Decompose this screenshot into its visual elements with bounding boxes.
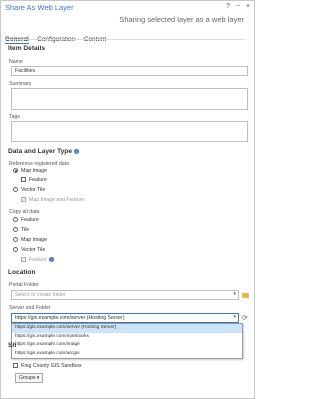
tab-strip: General Configuration Content	[5, 28, 110, 44]
radio-label: Tile	[21, 227, 30, 233]
tab-general[interactable]: General	[5, 36, 29, 44]
refresh-icon[interactable]: ⟳	[242, 314, 248, 322]
summary-label: Summary	[9, 81, 32, 87]
groups-label: Groups	[19, 375, 36, 381]
radio-icon	[13, 247, 18, 253]
radio-vector-tile[interactable]: Vector Tile	[13, 187, 45, 195]
dropdown-option[interactable]: https://gis.example.com/image	[12, 341, 242, 350]
checkbox-icon	[13, 363, 18, 369]
location-heading: Location	[8, 269, 36, 276]
info-icon[interactable]: i	[48, 257, 54, 263]
tab-divider	[5, 39, 245, 40]
dropdown-option[interactable]: https://gis.example.com/arcgis	[12, 350, 242, 359]
radio-label: Map Image	[21, 237, 47, 243]
radio-checked-icon	[13, 168, 18, 174]
chevron-down-icon: ▾	[36, 375, 40, 381]
window-title: Share As Web Layer	[5, 3, 74, 12]
radio-map-image[interactable]: Map Image	[13, 168, 47, 176]
item-details-heading: Item Details	[8, 45, 46, 52]
summary-field[interactable]	[11, 88, 248, 110]
checkbox-map-image-and-feature: ✓ Map Image and Feature	[21, 197, 84, 205]
radio-label: Map Image	[21, 168, 47, 174]
dialog-window: Share As Web Layer ? − × Sharing selecte…	[0, 0, 255, 399]
checkmark-icon: ✓	[21, 197, 26, 203]
close-button[interactable]: ×	[243, 2, 253, 12]
folder-icon[interactable]	[242, 293, 249, 298]
checkbox-copy-feature: ✓ Feature i	[21, 257, 54, 265]
server-dropdown-list: https://gis.example.com/server (Hosting …	[11, 323, 243, 359]
server-folder-combo[interactable]: https://gis.example.com/server (Hosting …	[11, 313, 239, 323]
server-folder-value: https://gis.example.com/server (Hosting …	[15, 315, 125, 321]
radio-label: Vector Tile	[21, 187, 46, 193]
checkbox-label: Map Image and Feature	[29, 197, 85, 203]
chevron-down-icon[interactable]: ▾	[233, 314, 236, 320]
radio-copy-map-image[interactable]: Map Image	[13, 237, 47, 245]
groups-dropdown[interactable]: Groups ▾	[15, 373, 44, 383]
checkbox-label: Feature	[29, 257, 47, 263]
checkbox-label: Feature	[29, 177, 47, 183]
radio-copy-tile[interactable]: Tile	[13, 227, 29, 235]
radio-icon	[13, 187, 18, 193]
data-layer-type-heading: Data and Layer Type i	[8, 148, 80, 155]
radio-icon	[13, 217, 18, 223]
help-button[interactable]: ?	[223, 2, 233, 12]
portal-folder-combo[interactable]: Select or create folder ▾	[11, 290, 239, 300]
sharing-heading: Sh	[8, 342, 17, 349]
info-icon[interactable]: i	[74, 148, 80, 154]
name-label: Name	[9, 59, 23, 65]
tags-label: Tags	[9, 114, 20, 120]
portal-folder-placeholder: Select or create folder	[15, 292, 66, 298]
dropdown-option[interactable]: https://gis.example.com/notebooks	[12, 333, 242, 342]
checkmark-icon: ✓	[21, 257, 26, 263]
radio-icon	[13, 237, 18, 243]
dropdown-option[interactable]: https://gis.example.com/server (Hosting …	[12, 324, 242, 333]
radio-label: Vector Tile	[21, 247, 46, 253]
radio-icon	[13, 227, 18, 233]
checkbox-feature[interactable]: Feature	[21, 177, 47, 185]
radio-copy-vector-tile[interactable]: Vector Tile	[13, 247, 45, 255]
minimize-button[interactable]: −	[233, 2, 243, 12]
tags-field[interactable]	[11, 121, 248, 142]
dialog-subtitle: Sharing selected layer as a web layer	[119, 15, 244, 24]
reference-registered-label: Reference registered data	[9, 161, 69, 167]
group-label: King County GIS Sandbox	[21, 363, 82, 369]
server-folder-label: Server and Folder	[9, 305, 51, 311]
radio-label: Feature	[21, 217, 39, 223]
checkbox-icon	[21, 177, 26, 183]
portal-folder-label: Portal Folder	[9, 282, 39, 288]
checkbox-group-share[interactable]: King County GIS Sandbox	[13, 363, 82, 371]
radio-copy-feature[interactable]: Feature	[13, 217, 39, 225]
copy-all-data-label: Copy all data	[9, 209, 40, 215]
title-bar: Share As Web Layer ? − ×	[1, 1, 254, 15]
data-layer-type-title: Data and Layer Type	[8, 148, 73, 155]
chevron-down-icon[interactable]: ▾	[233, 291, 236, 297]
name-field[interactable]: Facilities	[11, 66, 248, 76]
